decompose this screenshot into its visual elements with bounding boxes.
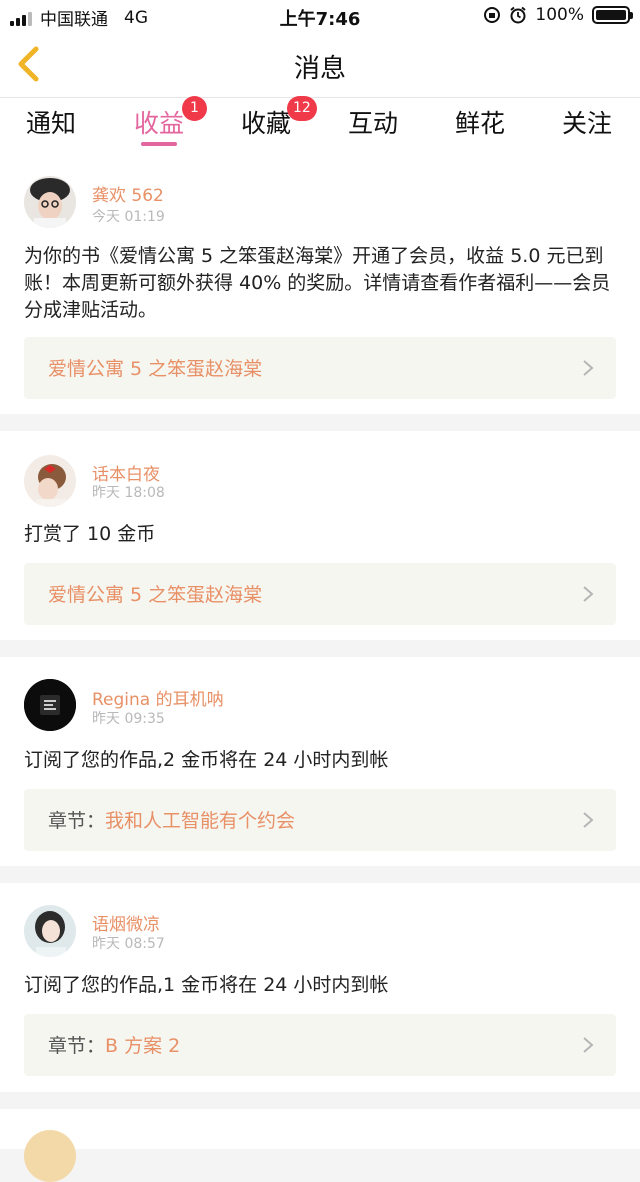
link-text: 爱情公寓 5 之笨蛋赵海棠 bbox=[48, 580, 262, 607]
link-title: 爱情公寓 5 之笨蛋赵海棠 bbox=[48, 584, 263, 606]
active-tab-indicator bbox=[141, 142, 177, 146]
alarm-icon bbox=[510, 6, 527, 24]
message-card: 龚欢 562 今天 01:19 为你的书《爱情公寓 5 之笨蛋赵海棠》开通了会员… bbox=[0, 152, 640, 414]
tab-following[interactable]: 关注 bbox=[542, 104, 632, 140]
avatar[interactable] bbox=[24, 679, 76, 731]
chevron-right-icon bbox=[583, 812, 594, 828]
link-text: 章节：B 方案 2 bbox=[48, 1031, 180, 1058]
tab-earnings[interactable]: 收益 1 bbox=[114, 96, 207, 146]
avatar[interactable] bbox=[24, 905, 76, 957]
timestamp: 昨天 08:57 bbox=[92, 936, 165, 952]
avatar[interactable] bbox=[24, 455, 76, 507]
chapter-link[interactable]: 章节：我和人工智能有个约会 bbox=[24, 789, 616, 851]
status-bar: 中国联通 4G 上午7:46 100% bbox=[0, 0, 640, 32]
chevron-right-icon bbox=[583, 1037, 594, 1053]
unread-badge: 1 bbox=[182, 96, 207, 121]
link-text: 章节：我和人工智能有个约会 bbox=[48, 806, 295, 833]
username[interactable]: 龚欢 562 bbox=[92, 181, 164, 206]
username[interactable]: 语烟微凉 bbox=[92, 910, 160, 935]
username[interactable]: Regina 的耳机呐 bbox=[92, 685, 224, 710]
message-card: Regina 的耳机呐 昨天 09:35 订阅了您的作品,2 金币将在 24 小… bbox=[0, 657, 640, 866]
tab-label: 收藏 bbox=[240, 109, 291, 138]
battery-icon bbox=[592, 6, 633, 24]
tab-interactions[interactable]: 互动 bbox=[328, 104, 418, 140]
link-prefix: 章节： bbox=[48, 810, 106, 832]
page-title: 消息 bbox=[293, 54, 346, 84]
tab-favorites[interactable]: 收藏 12 bbox=[221, 96, 317, 140]
book-link[interactable]: 爱情公寓 5 之笨蛋赵海棠 bbox=[24, 337, 616, 399]
chevron-right-icon bbox=[583, 360, 594, 376]
status-right: 100% bbox=[483, 5, 633, 25]
message-text: 打赏了 10 金币 bbox=[24, 523, 156, 545]
avatar[interactable] bbox=[24, 176, 76, 228]
tab-label: 关注 bbox=[561, 109, 612, 138]
battery-percent: 100% bbox=[535, 5, 584, 25]
rotation-lock-icon bbox=[484, 7, 501, 23]
nav-bar: 消息 bbox=[0, 32, 640, 98]
message-card-partial bbox=[0, 1109, 640, 1182]
tab-label: 互动 bbox=[347, 109, 398, 138]
chevron-right-icon bbox=[583, 586, 594, 602]
chapter-link[interactable]: 章节：B 方案 2 bbox=[24, 1014, 616, 1076]
timestamp: 今天 01:19 bbox=[92, 209, 165, 225]
link-title: 我和人工智能有个约会 bbox=[105, 810, 296, 832]
message-text: 订阅了您的作品,1 金币将在 24 小时内到帐 bbox=[24, 974, 389, 996]
tab-label: 通知 bbox=[25, 109, 76, 138]
tab-label: 收益 bbox=[133, 109, 184, 138]
link-title: B 方案 2 bbox=[105, 1035, 181, 1057]
link-text: 爱情公寓 5 之笨蛋赵海棠 bbox=[48, 354, 262, 381]
message-text: 订阅了您的作品,2 金币将在 24 小时内到帐 bbox=[24, 749, 389, 771]
tab-bar: 通知 收益 1 收藏 12 互动 鲜花 关注 bbox=[0, 96, 640, 152]
unread-badge: 12 bbox=[287, 96, 317, 121]
message-text: 为你的书《爱情公寓 5 之笨蛋赵海棠》开通了会员，收益 5.0 元已到账！本周更… bbox=[24, 245, 611, 321]
timestamp: 昨天 09:35 bbox=[92, 711, 165, 727]
timestamp: 昨天 18:08 bbox=[92, 485, 165, 501]
tab-notifications[interactable]: 通知 bbox=[6, 104, 96, 140]
book-link[interactable]: 爱情公寓 5 之笨蛋赵海棠 bbox=[24, 563, 616, 625]
link-prefix: 章节： bbox=[48, 1035, 106, 1057]
message-card: 话本白夜 昨天 18:08 打赏了 10 金币 爱情公寓 5 之笨蛋赵海棠 bbox=[0, 431, 640, 640]
tab-label: 鲜花 bbox=[454, 109, 505, 138]
link-title: 爱情公寓 5 之笨蛋赵海棠 bbox=[48, 358, 263, 380]
tab-flowers[interactable]: 鲜花 bbox=[435, 104, 525, 140]
message-card: 语烟微凉 昨天 08:57 订阅了您的作品,1 金币将在 24 小时内到帐 章节… bbox=[0, 883, 640, 1092]
